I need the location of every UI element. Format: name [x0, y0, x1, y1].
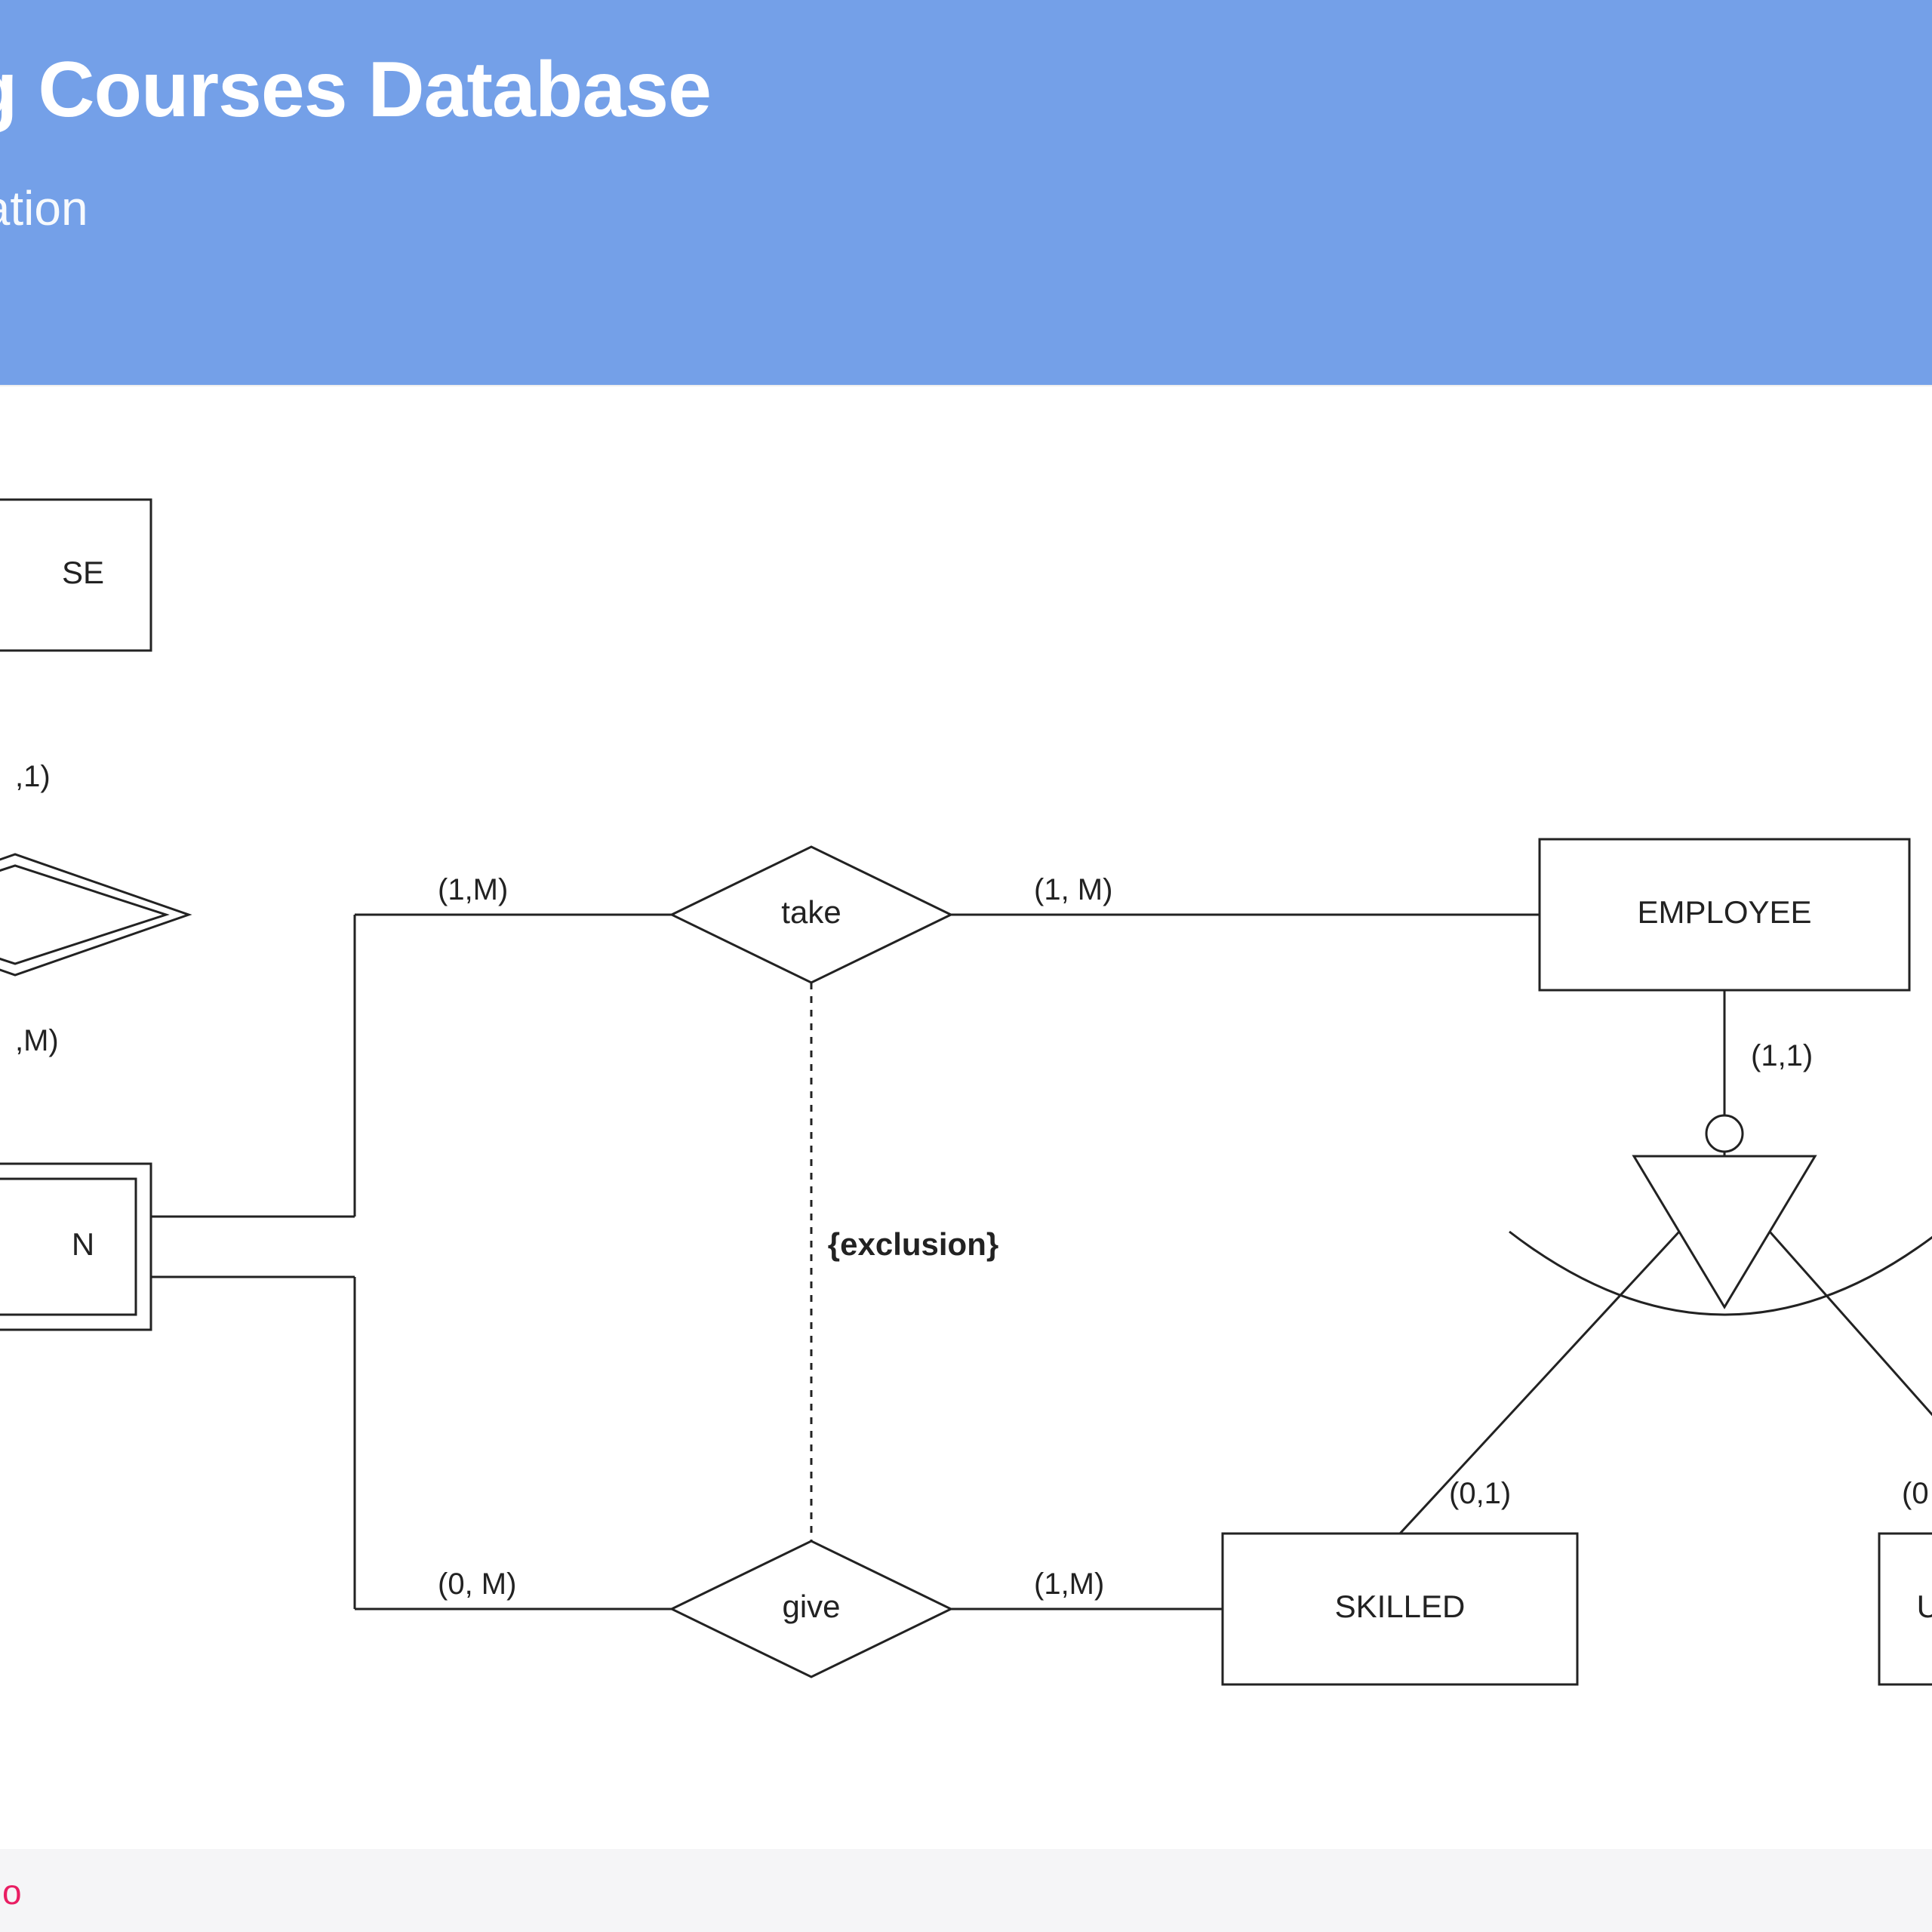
page-header: g Courses Database tation	[0, 0, 1932, 385]
card-take-right: (1, M)	[1034, 873, 1112, 906]
isa-triangle	[1634, 1156, 1815, 1307]
footer-link[interactable]: .io	[0, 1872, 22, 1912]
card-take-left: (1,M)	[438, 873, 508, 906]
entity-employee-label: EMPLOYEE	[1637, 894, 1811, 930]
entity-skilled-label: SKILLED	[1335, 1589, 1466, 1624]
card-unskilled: (0	[1902, 1477, 1929, 1510]
card-of-edition: ,M)	[15, 1024, 59, 1057]
card-employee-isa: (1,1)	[1751, 1039, 1813, 1072]
isa-participation-circle	[1706, 1115, 1743, 1152]
page-title: g Courses Database	[0, 45, 1932, 135]
card-skilled: (0,1)	[1449, 1477, 1511, 1510]
card-course-of: ,1)	[15, 760, 51, 793]
diagram-canvas: SE N ,1) ,M) (1,M) take (1, M) EMPLOYEE …	[0, 385, 1932, 1849]
relationship-give-label: give	[782, 1589, 840, 1624]
card-give-right: (1,M)	[1034, 1567, 1104, 1601]
er-diagram-svg: SE N ,1) ,M) (1,M) take (1, M) EMPLOYEE …	[0, 386, 1932, 1850]
exclusion-label: {exclusion}	[828, 1226, 998, 1262]
card-give-left: (0, M)	[438, 1567, 516, 1601]
entity-edition-label: N	[72, 1226, 94, 1262]
page-subtitle: tation	[0, 180, 1932, 236]
entity-course-label: SE	[62, 555, 104, 590]
relationship-take-label: take	[781, 894, 841, 930]
edge-isa-skilled	[1400, 1232, 1679, 1534]
entity-unskilled-label: UN	[1917, 1589, 1932, 1624]
